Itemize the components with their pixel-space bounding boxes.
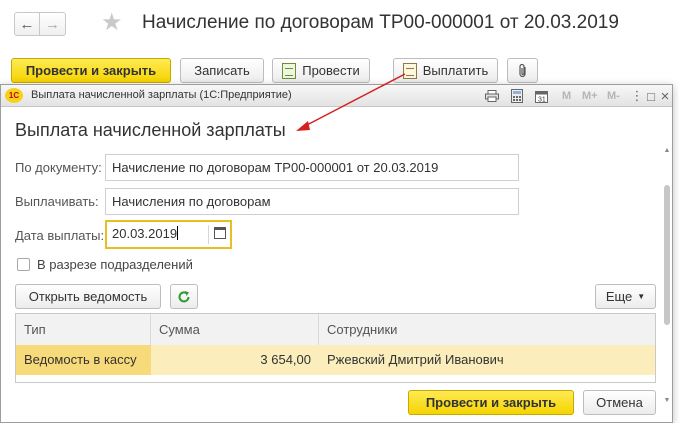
cancel-button[interactable]: Отмена	[583, 390, 656, 415]
pay-label: Выплатить	[422, 63, 489, 78]
column-header-sum[interactable]: Сумма	[151, 314, 319, 345]
payout-table: Тип Сумма Сотрудники Ведомость в кассу 3…	[15, 313, 656, 383]
document-label: По документу:	[15, 160, 102, 175]
dialog-titlebar: 1С Выплата начисленной зарплаты (1С:Пред…	[1, 85, 672, 107]
chevron-down-icon: ▼	[637, 292, 646, 301]
post-label: Провести	[302, 63, 360, 78]
open-statement-label: Открыть ведомость	[28, 289, 148, 304]
refresh-icon	[178, 290, 190, 302]
calendar-icon[interactable]: 31	[533, 88, 549, 104]
memory-minus-button[interactable]: M-	[607, 90, 620, 102]
vertical-scrollbar[interactable]: ▲ ▼	[662, 145, 672, 405]
more-label: Еще	[605, 289, 633, 304]
column-header-employees[interactable]: Сотрудники	[319, 314, 655, 345]
save-button[interactable]: Записать	[180, 58, 264, 83]
pay-document-icon	[402, 62, 417, 79]
document-field[interactable]: Начисление по договорам ТР00-000001 от 2…	[105, 154, 519, 181]
date-value: 20.03.2019	[112, 226, 178, 241]
by-division-checkbox[interactable]	[17, 258, 30, 271]
pay-button[interactable]: Выплатить	[393, 58, 498, 83]
dialog-window-title: Выплата начисленной зарплаты (1С:Предпри…	[31, 89, 292, 101]
arrow-right-icon: →	[45, 15, 60, 33]
document-title: Начисление по договорам ТР00-000001 от 2…	[142, 12, 619, 33]
open-statement-button[interactable]: Открыть ведомость	[15, 284, 161, 309]
svg-text:31: 31	[538, 96, 546, 103]
more-button[interactable]: Еще ▼	[595, 284, 656, 309]
post-and-close-button[interactable]: Провести и закрыть	[11, 58, 171, 83]
dialog-heading: Выплата начисленной зарплаты	[15, 120, 286, 140]
scroll-up-icon[interactable]: ▲	[662, 145, 672, 155]
save-label: Записать	[194, 63, 250, 78]
cancel-label: Отмена	[596, 395, 643, 410]
calculator-icon[interactable]	[509, 88, 525, 104]
post-and-close-label: Провести и закрыть	[25, 63, 157, 78]
date-divider	[208, 225, 209, 244]
paperclip-icon	[518, 63, 526, 77]
cell-type[interactable]: Ведомость в кассу	[16, 345, 151, 375]
calendar-picker-icon[interactable]	[214, 227, 226, 239]
payout-dialog: 1С Выплата начисленной зарплаты (1С:Пред…	[0, 84, 673, 423]
by-division-label: В разрезе подразделений	[37, 257, 193, 272]
pay-out-field[interactable]: Начисления по договорам	[105, 188, 519, 215]
attach-button[interactable]	[507, 58, 538, 83]
memory-plus-button[interactable]: M+	[582, 90, 598, 102]
table-header: Тип Сумма Сотрудники	[16, 314, 655, 346]
close-icon[interactable]: ×	[657, 88, 673, 105]
scroll-down-icon[interactable]: ▼	[662, 395, 672, 405]
scroll-thumb[interactable]	[664, 185, 670, 325]
refresh-button[interactable]	[170, 284, 198, 309]
favorite-star-icon[interactable]: ★	[101, 10, 123, 36]
date-field[interactable]: 20.03.2019	[105, 220, 232, 249]
memory-button[interactable]: M	[562, 90, 571, 102]
text-cursor	[177, 226, 179, 240]
post-button[interactable]: Провести	[272, 58, 370, 83]
dialog-post-and-close-label: Провести и закрыть	[425, 395, 557, 410]
print-icon[interactable]	[484, 88, 500, 104]
pay-out-label: Выплачивать:	[15, 194, 99, 209]
cell-sum[interactable]: 3 654,00	[151, 345, 319, 375]
post-document-icon	[282, 62, 297, 79]
forward-button[interactable]: →	[40, 12, 66, 36]
back-button[interactable]: ←	[14, 12, 40, 36]
arrow-left-icon: ←	[19, 15, 35, 33]
cell-employees[interactable]: Ржевский Дмитрий Иванович	[319, 345, 655, 375]
app-logo-icon: 1С	[5, 88, 23, 103]
dialog-post-and-close-button[interactable]: Провести и закрыть	[408, 390, 574, 415]
table-row[interactable]: Ведомость в кассу 3 654,00 Ржевский Дмит…	[16, 345, 655, 375]
date-label: Дата выплаты:	[15, 228, 105, 243]
column-header-type[interactable]: Тип	[16, 314, 151, 345]
